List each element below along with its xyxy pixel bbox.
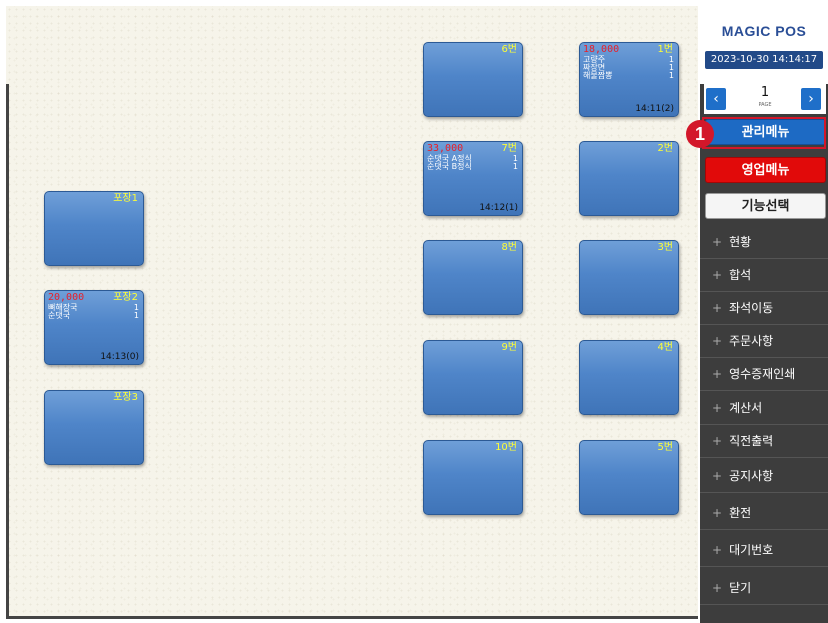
- menu-item-order-notes[interactable]: + 주문사항: [700, 325, 828, 358]
- table-name: 포장3: [113, 392, 138, 403]
- sales-menu-button[interactable]: 영업메뉴: [705, 157, 826, 183]
- table-time: 14:13(0): [100, 352, 139, 362]
- table-7[interactable]: 33,000 7번 순댓국 A정식 1 순댓국 B정식 1 14:12(1): [423, 141, 523, 216]
- table-time: 14:11(2): [635, 104, 674, 114]
- page-label: PAGE: [758, 102, 772, 108]
- menu-item-bill[interactable]: + 계산서: [700, 392, 828, 425]
- table-takeout-2[interactable]: 20,000 포장2 뼈해장국 1 순댓국 1 14:13(0): [44, 290, 144, 365]
- table-1[interactable]: 18,000 1번 고량주 1 짜장면 1 해물짬뽕 1 14:11(2): [579, 42, 679, 117]
- table-10[interactable]: 10번: [423, 440, 523, 515]
- table-name: 5번: [657, 442, 673, 453]
- chevron-right-icon[interactable]: ›: [801, 88, 821, 110]
- floor-frame: [6, 616, 698, 619]
- table-5[interactable]: 5번: [579, 440, 679, 515]
- menu-item-waiting-number[interactable]: + 대기번호: [700, 534, 828, 567]
- table-name: 8번: [501, 242, 517, 253]
- menu-item-notices[interactable]: + 공지사항: [700, 460, 828, 493]
- menu-item-close[interactable]: + 닫기: [700, 572, 828, 605]
- menu-item-reprint-last[interactable]: + 직전출력: [700, 425, 828, 458]
- menu-item-merge[interactable]: + 합석: [700, 259, 828, 292]
- menu-item-status[interactable]: + 현황: [700, 226, 828, 259]
- chevron-left-icon[interactable]: ‹: [706, 88, 726, 110]
- step-badge: 1: [686, 120, 714, 148]
- menu-item-exchange[interactable]: + 환전: [700, 497, 828, 530]
- table-takeout-3[interactable]: 포장3: [44, 390, 144, 465]
- page-number: 1: [760, 85, 770, 100]
- table-3[interactable]: 3번: [579, 240, 679, 315]
- brand-logo: MAGIC POS: [721, 23, 807, 39]
- table-4[interactable]: 4번: [579, 340, 679, 415]
- manage-menu-button[interactable]: 관리메뉴: [705, 119, 826, 145]
- table-6[interactable]: 6번: [423, 42, 523, 117]
- table-name: 포장1: [113, 193, 138, 204]
- menu-item-move-seat[interactable]: + 좌석이동: [700, 292, 828, 325]
- table-8[interactable]: 8번: [423, 240, 523, 315]
- function-select-button[interactable]: 기능선택: [705, 193, 826, 219]
- datetime-display: 2023-10-30 14:14:17: [705, 51, 823, 69]
- table-name: 9번: [501, 342, 517, 353]
- table-name: 3번: [657, 242, 673, 253]
- table-name: 4번: [657, 342, 673, 353]
- brand-box: MAGIC POS 2023-10-30 14:14:17: [700, 0, 828, 84]
- table-name: 6번: [501, 44, 517, 55]
- table-takeout-1[interactable]: 포장1: [44, 191, 144, 266]
- order-item: 순댓국 1: [48, 311, 139, 320]
- table-name: 2번: [657, 143, 673, 154]
- order-item: 순댓국 B정식 1: [427, 162, 518, 171]
- table-name: 10번: [495, 442, 517, 453]
- order-item: 해물짬뽕 1: [583, 71, 674, 80]
- floor-frame: [6, 84, 9, 618]
- menu-item-reprint-receipt[interactable]: + 영수증재인쇄: [700, 358, 828, 391]
- table-9[interactable]: 9번: [423, 340, 523, 415]
- table-time: 14:12(1): [479, 203, 518, 213]
- table-2[interactable]: 2번: [579, 141, 679, 216]
- page-navigator: ‹ 1 PAGE ›: [704, 84, 826, 114]
